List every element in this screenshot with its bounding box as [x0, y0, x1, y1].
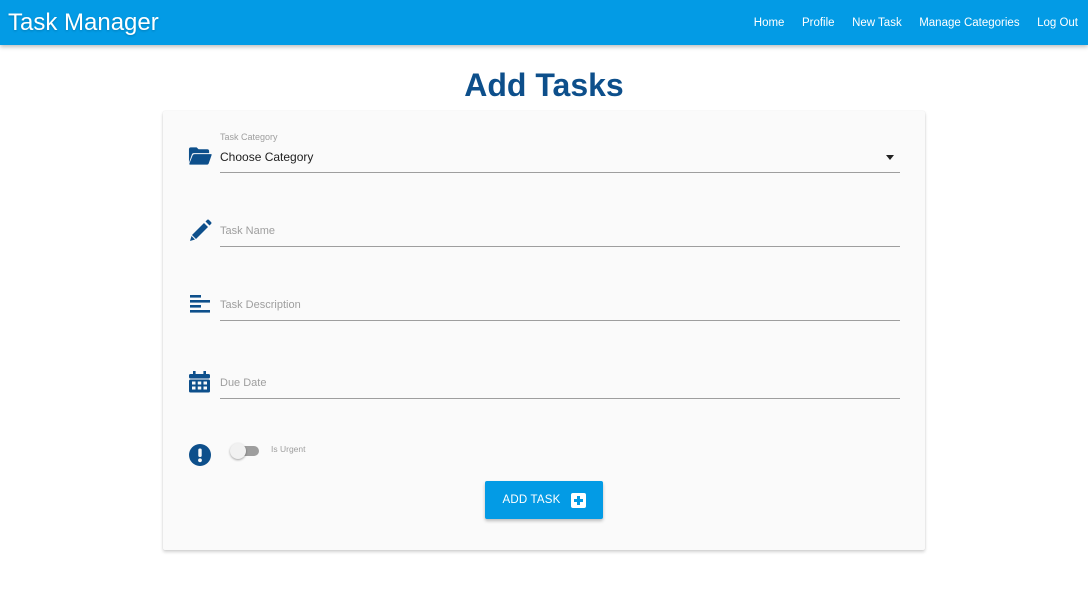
- urgent-toggle-thumb[interactable]: [230, 443, 246, 459]
- category-label: Task Category: [220, 132, 278, 142]
- align-left-icon: [188, 292, 212, 316]
- task-name-input[interactable]: Task Name: [220, 222, 900, 247]
- due-date-placeholder: Due Date: [220, 377, 267, 389]
- urgent-label: Is Urgent: [271, 444, 306, 454]
- category-select-value: Choose Category: [220, 150, 314, 164]
- category-select[interactable]: Choose Category: [220, 150, 900, 173]
- task-name-placeholder: Task Name: [220, 225, 276, 237]
- chevron-down-icon: [886, 155, 894, 160]
- exclamation-circle-icon: [188, 443, 212, 467]
- nav-manage-categories[interactable]: Manage Categories: [919, 17, 1019, 29]
- app-brand[interactable]: Task Manager: [8, 9, 159, 37]
- folder-open-icon: [188, 144, 212, 168]
- calendar-icon: [187, 370, 211, 394]
- plus-square-icon: [570, 492, 586, 508]
- task-description-placeholder: Task Description: [220, 299, 301, 311]
- add-task-form-card: Task Category Choose Category Task Name …: [163, 111, 925, 550]
- nav-links: Home Profile New Task Manage Categories …: [736, 0, 1078, 45]
- nav-home[interactable]: Home: [754, 17, 785, 29]
- navbar: Task Manager Home Profile New Task Manag…: [0, 0, 1088, 45]
- task-description-input[interactable]: Task Description: [220, 296, 900, 321]
- add-task-button[interactable]: ADD TASK: [485, 481, 603, 519]
- nav-profile[interactable]: Profile: [802, 17, 835, 29]
- nav-log-out[interactable]: Log Out: [1037, 17, 1078, 29]
- nav-new-task[interactable]: New Task: [852, 17, 902, 29]
- page-title: Add Tasks: [464, 67, 624, 103]
- pencil-icon: [188, 218, 212, 242]
- urgent-toggle[interactable]: [230, 443, 259, 459]
- due-date-input[interactable]: Due Date: [220, 370, 900, 399]
- add-task-button-label: ADD TASK: [502, 494, 561, 506]
